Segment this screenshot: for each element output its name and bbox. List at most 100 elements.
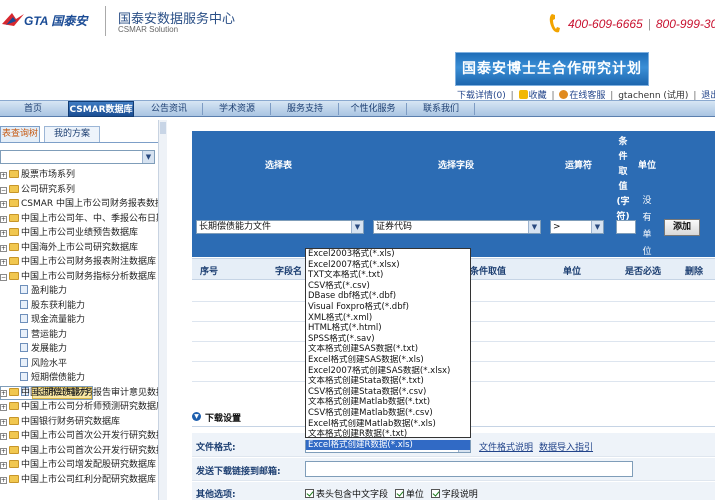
format-label: 文件格式: bbox=[196, 443, 236, 453]
header-unit: 单位 bbox=[638, 161, 657, 171]
format-option[interactable]: CSV格式创建Stata数据(*.csv) bbox=[306, 387, 470, 398]
tree-node[interactable]: + CSMAR 中国上市公司财务报表数据 bbox=[0, 197, 158, 212]
col-unit: 单位 bbox=[563, 267, 582, 277]
tree-node[interactable]: − 中国上市公司财务指标分析数据库 bbox=[0, 270, 158, 285]
email-input[interactable] bbox=[305, 461, 633, 477]
operator-select[interactable]: > ▼ bbox=[550, 220, 604, 234]
tab-my-plans[interactable]: 我的方案 bbox=[44, 126, 100, 142]
expand-icon[interactable]: + bbox=[0, 259, 7, 266]
tree-node[interactable]: + 中国上市公司红利分配研究数据库 bbox=[0, 473, 158, 488]
format-option[interactable]: 文本格式创建SAS数据(*.txt) bbox=[306, 344, 470, 355]
tree-leaf[interactable]: 营运能力 bbox=[0, 328, 158, 343]
expand-icon[interactable]: + bbox=[0, 447, 7, 455]
collapse-icon[interactable]: − bbox=[0, 273, 7, 281]
tree-leaf[interactable]: 股东获利能力 bbox=[0, 299, 158, 314]
expand-icon[interactable]: + bbox=[0, 433, 7, 440]
tree-node[interactable]: + 中国上市公司财务报表附注数据库 bbox=[0, 255, 158, 270]
import-guide-link[interactable]: 数据导入指引 bbox=[539, 443, 593, 453]
tree-label: 股东获利能力 bbox=[31, 300, 86, 311]
tree-node[interactable]: + 中国上市公司财务报告审计意见数据 bbox=[0, 386, 158, 401]
col-required: 是否必选 bbox=[625, 267, 662, 277]
tree-node[interactable]: + 中国上市公司首次公开发行研究数据 bbox=[0, 429, 158, 444]
table-icon bbox=[20, 357, 28, 367]
folder-icon bbox=[9, 474, 19, 483]
nav-csmar-database[interactable]: CSMAR数据库 bbox=[68, 101, 134, 117]
tree-node[interactable]: + 中国上市公司首次公开发行研究数据 bbox=[0, 444, 158, 459]
gta-logo[interactable]: GTA 国泰安 bbox=[0, 8, 96, 30]
table-select-value: 长期偿债能力文件 bbox=[199, 222, 272, 232]
format-option[interactable]: CSV格式(*.csv) bbox=[306, 281, 470, 292]
format-option[interactable]: XML格式(*.xml) bbox=[306, 313, 470, 324]
phd-program-banner[interactable]: 国泰安博士生合作研究计划 bbox=[455, 52, 649, 86]
nav-announcements[interactable]: 公告资讯 bbox=[136, 101, 202, 117]
chevron-down-icon: ▼ bbox=[142, 151, 154, 163]
format-option[interactable]: Excel格式创建R数据(*.xls) bbox=[306, 439, 470, 451]
format-option[interactable]: HTML格式(*.html) bbox=[306, 323, 470, 334]
tree-leaf[interactable]: 风险水平 bbox=[0, 357, 158, 372]
format-option[interactable]: DBase dbf格式(*.dbf) bbox=[306, 291, 470, 302]
folder-icon bbox=[9, 431, 19, 439]
tree-node[interactable]: + 中国海外上市公司研究数据库 bbox=[0, 241, 158, 256]
format-option[interactable]: 文本格式创建Stata数据(*.txt) bbox=[306, 376, 470, 387]
unit-checkbox[interactable] bbox=[394, 489, 404, 498]
nav-service-support[interactable]: 服务支持 bbox=[272, 101, 338, 117]
expand-icon[interactable]: + bbox=[0, 404, 7, 411]
table-select[interactable]: 长期偿债能力文件 ▼ bbox=[196, 220, 364, 234]
format-option[interactable]: 文本格式创建Matlab数据(*.txt) bbox=[306, 397, 470, 408]
tab-table-query-tree[interactable]: 表查询树 bbox=[0, 126, 40, 142]
tree-node[interactable]: + 中国银行财务研究数据库 bbox=[0, 415, 158, 430]
logo-text: GTA 国泰安 bbox=[24, 14, 88, 28]
format-option[interactable]: CSV格式创建Matlab数据(*.csv) bbox=[306, 408, 470, 419]
nav-personalized-service[interactable]: 个性化服务 bbox=[340, 101, 406, 117]
format-option[interactable]: Excel2007格式(*.xlsx) bbox=[306, 260, 470, 271]
tree-leaf[interactable]: 现金流量能力 bbox=[0, 313, 158, 328]
folder-icon bbox=[9, 184, 19, 193]
tree-label: 中国上市公司首次公开发行研究数据 bbox=[21, 445, 158, 456]
format-option[interactable]: Excel2003格式(*.xls) bbox=[306, 249, 470, 260]
tree-filter-select[interactable]: ▼ bbox=[0, 150, 155, 164]
format-option[interactable]: SPSS格式(*.sav) bbox=[306, 334, 470, 345]
format-option[interactable]: Excel格式创建SAS数据(*.xls) bbox=[306, 355, 470, 366]
tree-label: 中国上市公司财务报告审计意见数据 bbox=[21, 387, 158, 398]
tree-node[interactable]: + 股票市场系列 bbox=[0, 168, 158, 183]
tree-node[interactable]: + 中国上市公司增发配股研究数据库 bbox=[0, 458, 158, 473]
expand-icon[interactable]: + bbox=[0, 476, 7, 484]
folder-icon bbox=[9, 416, 19, 425]
tree-node[interactable]: + 中国上市公司分析师预测研究数据库 bbox=[0, 400, 158, 415]
format-option[interactable]: TXT文本格式(*.txt) bbox=[306, 270, 470, 281]
tree-node[interactable]: − 公司研究系列 bbox=[0, 183, 158, 198]
tree-leaf[interactable]: 短期偿债能力 bbox=[0, 371, 158, 386]
format-option[interactable]: Excel格式创建Matlab数据(*.xls) bbox=[306, 419, 470, 430]
tree-leaf[interactable]: 盈利能力 bbox=[0, 284, 158, 299]
tree-node[interactable]: + 中国上市公司年、中、季报公布日期 bbox=[0, 212, 158, 227]
header-chinese-checkbox[interactable] bbox=[305, 489, 314, 498]
expand-icon[interactable]: + bbox=[0, 215, 7, 223]
query-builder-header: 选择表 选择字段 运算符 条件取值 (字 符) 单位 没有单位 bbox=[192, 131, 715, 257]
add-condition-button[interactable]: 添加 bbox=[664, 219, 700, 236]
format-option[interactable]: Excel2007格式创建SAS数据(*.xlsx) bbox=[306, 366, 470, 377]
left-panel-splitter[interactable] bbox=[158, 120, 167, 500]
expand-icon[interactable]: + bbox=[0, 172, 7, 179]
expand-icon[interactable]: + bbox=[0, 230, 7, 237]
nav-home[interactable]: 首页 bbox=[0, 101, 66, 117]
tree-node[interactable]: + 中国上市公司业绩预告数据库 bbox=[0, 226, 158, 241]
tree-leaf[interactable]: 发展能力 bbox=[0, 342, 158, 357]
field-select[interactable]: 证券代码 ▼ bbox=[373, 220, 541, 234]
expand-icon[interactable]: + bbox=[0, 462, 7, 469]
format-option[interactable]: Visual Foxpro格式(*.dbf) bbox=[306, 302, 470, 313]
nav-contact-us[interactable]: 联系我们 bbox=[408, 101, 474, 117]
tree-label: 盈利能力 bbox=[31, 286, 68, 296]
collapse-icon[interactable]: − bbox=[0, 186, 7, 194]
expand-icon[interactable]: + bbox=[0, 389, 7, 397]
condition-value-input[interactable] bbox=[616, 220, 636, 234]
field-desc-checkbox[interactable] bbox=[430, 489, 440, 498]
expand-icon[interactable]: + bbox=[0, 201, 7, 208]
hotline-1: 400-609-6665 bbox=[568, 17, 643, 31]
collapse-icon[interactable]: ▼ bbox=[192, 412, 201, 421]
expand-icon[interactable]: + bbox=[0, 244, 7, 252]
unit-label: 单位 bbox=[405, 490, 424, 500]
nav-academic-resources[interactable]: 学术资源 bbox=[204, 101, 270, 117]
expand-icon[interactable]: + bbox=[0, 418, 7, 426]
format-help-link[interactable]: 文件格式说明 bbox=[479, 443, 533, 453]
format-option[interactable]: 文本格式创建R数据(*.txt) bbox=[306, 429, 470, 440]
